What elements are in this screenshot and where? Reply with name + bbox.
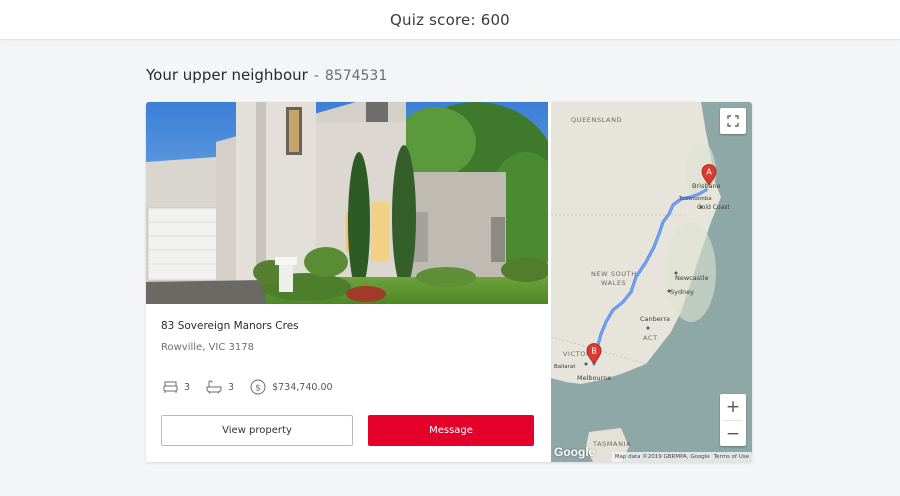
label-nsw-1: NEW SOUTH xyxy=(591,270,637,278)
google-logo[interactable]: Google xyxy=(554,445,595,459)
attribution-text: Map data ©2019 GBRMPA, Google xyxy=(614,454,710,460)
view-property-button[interactable]: View property xyxy=(161,415,353,446)
price: $734,740.00 xyxy=(272,381,333,393)
zoom-in-button[interactable]: + xyxy=(720,394,746,420)
fullscreen-icon xyxy=(727,115,739,127)
bedrooms-count: 3 xyxy=(184,381,191,393)
city-toowoomba: Toowoomba xyxy=(679,196,712,202)
marker-a-label: A xyxy=(706,168,712,177)
city-gold-coast: Gold Coast xyxy=(697,204,730,211)
marker-a[interactable]: A xyxy=(701,164,717,186)
message-button[interactable]: Message xyxy=(368,415,534,446)
label-nsw-2: WALES xyxy=(601,279,627,287)
property-id: 8574531 xyxy=(324,68,388,84)
address-street: 83 Sovereign Manors Cres xyxy=(161,320,299,332)
bed-icon xyxy=(161,378,179,396)
marker-b[interactable]: B xyxy=(586,343,602,365)
bath-icon xyxy=(205,378,223,396)
section-heading: Your upper neighbour - 8574531 xyxy=(146,66,387,84)
property-card: 83 Sovereign Manors Cres Rowville, VIC 3… xyxy=(146,102,752,462)
dollar-icon: $ xyxy=(249,378,267,396)
fullscreen-button[interactable] xyxy=(720,108,746,134)
city-sydney: Sydney xyxy=(670,288,695,296)
address-suburb: Rowville, VIC 3178 xyxy=(161,342,254,353)
terms-link[interactable]: Terms of Use xyxy=(714,454,749,460)
property-features: 3 3 $ $734,740.00 xyxy=(161,378,343,396)
svg-text:$: $ xyxy=(255,384,261,394)
bathrooms-count: 3 xyxy=(228,381,235,393)
property-photo[interactable] xyxy=(146,102,548,304)
map-attribution: Map data ©2019 GBRMPA, Google Terms of U… xyxy=(611,452,752,462)
quiz-score: Quiz score: 600 xyxy=(390,10,510,29)
zoom-control: + − xyxy=(720,394,746,446)
city-canberra: Canberra xyxy=(640,315,670,323)
city-melbourne: Melbourne xyxy=(577,374,612,382)
city-ballarat: Ballarat xyxy=(554,364,576,370)
label-tasmania: TASMANIA xyxy=(593,440,632,448)
title-separator: - xyxy=(313,68,319,84)
section-title: Your upper neighbour xyxy=(146,66,308,84)
zoom-out-button[interactable]: − xyxy=(720,421,746,447)
label-queensland: QUEENSLAND xyxy=(571,116,623,124)
marker-b-label: B xyxy=(591,347,597,356)
route-map[interactable]: QUEENSLAND NEW SOUTH WALES VICTORIA TASM… xyxy=(551,102,752,462)
top-bar: Quiz score: 600 xyxy=(0,0,900,40)
city-newcastle: Newcastle xyxy=(675,274,709,282)
label-act: ACT xyxy=(643,334,658,342)
house-illustration xyxy=(146,102,548,304)
